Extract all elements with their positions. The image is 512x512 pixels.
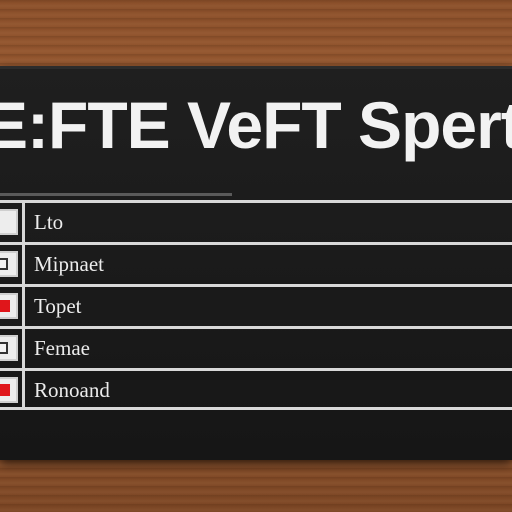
row-divider [22, 245, 25, 284]
list-item-3[interactable]: Topet [0, 284, 512, 326]
option-list: Lto Mipnaet Topet Femae Ronoand [0, 200, 512, 410]
panel-top-edge [0, 66, 512, 69]
checkbox-4[interactable] [0, 335, 18, 361]
list-item-label: Femae [34, 336, 90, 360]
checkbox-1[interactable] [0, 209, 18, 235]
title-underline [0, 193, 232, 196]
page-title: E:FTE VeFT Spert [0, 88, 512, 162]
list-item-1[interactable]: Lto [0, 200, 512, 242]
list-item-label: Topet [34, 294, 82, 318]
list-item-2[interactable]: Mipnaet [0, 242, 512, 284]
list-item-label: Mipnaet [34, 252, 104, 276]
checkbox-2[interactable] [0, 251, 18, 277]
checkbox-5[interactable] [0, 377, 18, 403]
list-item-label: Ronoand [34, 378, 110, 402]
row-divider [22, 329, 25, 368]
row-divider [22, 371, 25, 407]
list-item-5[interactable]: Ronoand [0, 368, 512, 410]
row-divider [22, 203, 25, 242]
list-item-label: Lto [34, 210, 64, 234]
checkbox-3[interactable] [0, 293, 18, 319]
row-divider [22, 287, 25, 326]
menu-panel: E:FTE VeFT Spert Lto Mipnaet Topet Femae… [0, 66, 512, 460]
list-item-4[interactable]: Femae [0, 326, 512, 368]
